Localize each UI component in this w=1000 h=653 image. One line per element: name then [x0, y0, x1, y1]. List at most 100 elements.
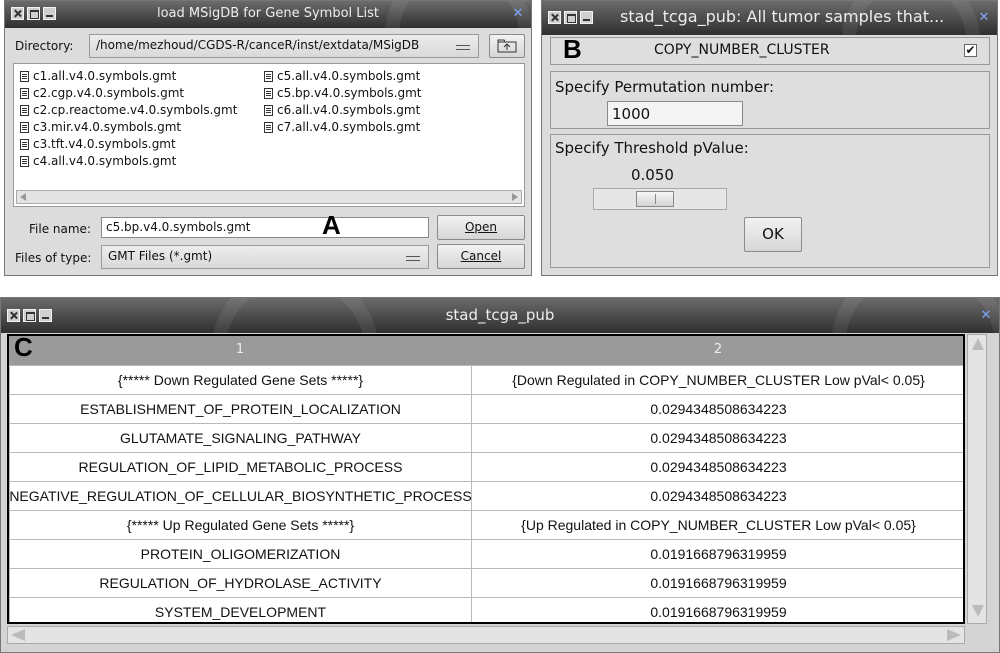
permutation-label: Specify Permutation number:: [555, 78, 775, 96]
document-icon: [264, 121, 273, 133]
file-item[interactable]: c2.cp.reactome.v4.0.symbols.gmt: [20, 103, 237, 117]
table-cell[interactable]: 0.0191668796319959: [471, 568, 963, 598]
files-of-type-value: GMT Files (*.gmt): [108, 249, 213, 263]
file-list[interactable]: c1.all.v4.0.symbols.gmt c2.cgp.v4.0.symbo…: [13, 63, 525, 207]
table-cell[interactable]: 0.0191668796319959: [471, 539, 963, 569]
panel-label-c: C: [14, 332, 33, 362]
files-of-type-select[interactable]: GMT Files (*.gmt): [101, 245, 429, 269]
threshold-value: 0.050: [631, 166, 674, 184]
file-item-label: c2.cgp.v4.0.symbols.gmt: [33, 86, 185, 100]
table-row: ESTABLISHMENT_OF_PROTEIN_LOCALIZATION 0.0…: [9, 394, 963, 424]
ok-button[interactable]: OK: [744, 217, 802, 252]
document-icon: [20, 70, 29, 82]
window-title: stad_tcga_pub: [445, 306, 555, 324]
scroll-right-icon[interactable]: [512, 193, 518, 201]
table-row: REGULATION_OF_LIPID_METABOLIC_PROCESS 0.0…: [9, 452, 963, 482]
files-of-type-label: Files of type:: [15, 251, 92, 265]
file-item[interactable]: c2.cgp.v4.0.symbols.gmt: [20, 86, 184, 100]
table-cell[interactable]: {***** Down Regulated Gene Sets *****}: [9, 365, 472, 395]
file-item[interactable]: c3.tft.v4.0.symbols.gmt: [20, 137, 176, 151]
file-item[interactable]: c6.all.v4.0.symbols.gmt: [264, 103, 420, 117]
document-icon: [20, 155, 29, 167]
file-item-label: c5.bp.v4.0.symbols.gmt: [277, 86, 422, 100]
threshold-slider[interactable]: [593, 188, 727, 210]
maximize-icon[interactable]: [564, 11, 577, 24]
table-row: PROTEIN_OLIGOMERIZATION 0.019166879631995…: [9, 539, 963, 569]
copy-number-cluster-row: COPY_NUMBER_CLUSTER ✔: [550, 37, 990, 65]
document-icon: [20, 121, 29, 133]
panel-label-a: A: [322, 210, 341, 240]
chevron-down-icon: [406, 256, 420, 261]
file-item-label: c2.cp.reactome.v4.0.symbols.gmt: [33, 103, 238, 117]
document-icon: [20, 104, 29, 116]
permutation-input[interactable]: 1000: [607, 101, 743, 126]
table-cell[interactable]: REGULATION_OF_LIPID_METABOLIC_PROCESS: [9, 452, 472, 482]
table-row: {***** Up Regulated Gene Sets *****} {Up …: [9, 510, 963, 540]
table-cell[interactable]: 0.0294348508634223: [471, 394, 963, 424]
table-cell[interactable]: 0.0294348508634223: [471, 423, 963, 453]
file-name-input[interactable]: c5.bp.v4.0.symbols.gmt: [101, 217, 429, 238]
table-cell[interactable]: PROTEIN_OLIGOMERIZATION: [9, 539, 472, 569]
table-row: REGULATION_OF_HYDROLASE_ACTIVITY 0.019166…: [9, 568, 963, 598]
table-cell[interactable]: ESTABLISHMENT_OF_PROTEIN_LOCALIZATION: [9, 394, 472, 424]
file-item[interactable]: c5.bp.v4.0.symbols.gmt: [264, 86, 422, 100]
cancel-button[interactable]: Cancel: [437, 244, 525, 269]
vertical-scrollbar[interactable]: [967, 334, 987, 624]
file-item-label: c7.all.v4.0.symbols.gmt: [277, 120, 421, 134]
threshold-label: Specify Threshold pValue:: [555, 139, 749, 157]
parameters-window: stad_tcga_pub: All tumor samples that...…: [541, 0, 998, 276]
scroll-left-icon[interactable]: [20, 193, 26, 201]
scroll-left-icon[interactable]: [11, 629, 25, 641]
table-cell[interactable]: SYSTEM_DEVELOPMENT: [9, 597, 472, 622]
table-cell[interactable]: {***** Up Regulated Gene Sets *****}: [9, 510, 472, 540]
file-item-label: c4.all.v4.0.symbols.gmt: [33, 154, 177, 168]
results-titlebar[interactable]: stad_tcga_pub ✕: [1, 298, 999, 333]
file-item[interactable]: c1.all.v4.0.symbols.gmt: [20, 69, 176, 83]
file-item-label: c6.all.v4.0.symbols.gmt: [277, 103, 421, 117]
table-cell[interactable]: 0.0294348508634223: [471, 452, 963, 482]
file-item[interactable]: c5.all.v4.0.symbols.gmt: [264, 69, 420, 83]
table-row: {***** Down Regulated Gene Sets *****} {D…: [9, 365, 963, 395]
horizontal-scrollbar[interactable]: [7, 626, 965, 644]
scroll-down-icon[interactable]: [972, 605, 984, 617]
file-item[interactable]: c7.all.v4.0.symbols.gmt: [264, 120, 420, 134]
file-item[interactable]: c3.mir.v4.0.symbols.gmt: [20, 120, 181, 134]
directory-select[interactable]: /home/mezhoud/CGDS-R/canceR/inst/extdata…: [89, 34, 479, 58]
checkbox-label: COPY_NUMBER_CLUSTER: [654, 42, 830, 58]
table-cell[interactable]: 0.0294348508634223: [471, 481, 963, 511]
threshold-slider-handle[interactable]: [636, 191, 674, 207]
file-list-scrollbar[interactable]: [16, 190, 522, 204]
document-icon: [264, 104, 273, 116]
table-cell[interactable]: NEGATIVE_REGULATION_OF_CELLULAR_BIOSYNTH…: [9, 481, 472, 511]
file-dialog-titlebar[interactable]: load MSigDB for Gene Symbol List ✕: [5, 1, 531, 28]
table-cell[interactable]: 0.0191668796319959: [471, 597, 963, 622]
parameters-titlebar[interactable]: stad_tcga_pub: All tumor samples that...…: [542, 1, 997, 35]
window-title: load MSigDB for Gene Symbol List: [156, 6, 380, 21]
table-row: GLUTAMATE_SIGNALING_PATHWAY 0.02943485086…: [9, 423, 963, 453]
table-cell[interactable]: REGULATION_OF_HYDROLASE_ACTIVITY: [9, 568, 472, 598]
column-header-1[interactable]: 1: [9, 342, 471, 357]
file-dialog-window: load MSigDB for Gene Symbol List ✕ Direc…: [4, 0, 532, 276]
table-cell[interactable]: {Up Regulated in COPY_NUMBER_CLUSTER Low…: [471, 510, 963, 540]
file-item-label: c5.all.v4.0.symbols.gmt: [277, 69, 421, 83]
up-folder-button[interactable]: [489, 34, 525, 58]
table-cell[interactable]: {Down Regulated in COPY_NUMBER_CLUSTER L…: [471, 365, 963, 395]
pin-icon[interactable]: ✕: [977, 11, 991, 25]
table-cell[interactable]: GLUTAMATE_SIGNALING_PATHWAY: [9, 423, 472, 453]
scroll-right-icon[interactable]: [947, 629, 961, 641]
copy-number-cluster-checkbox[interactable]: ✔: [964, 44, 977, 57]
close-icon[interactable]: [548, 11, 561, 24]
file-item[interactable]: c4.all.v4.0.symbols.gmt: [20, 154, 176, 168]
file-item-label: c1.all.v4.0.symbols.gmt: [33, 69, 177, 83]
document-icon: [264, 87, 273, 99]
permutation-section: Specify Permutation number: 1000: [550, 71, 990, 129]
pin-icon[interactable]: ✕: [511, 7, 525, 21]
file-item-label: c3.tft.v4.0.symbols.gmt: [33, 137, 176, 151]
window-title: stad_tcga_pub: All tumor samples that...: [620, 7, 945, 26]
document-icon: [20, 87, 29, 99]
pin-icon[interactable]: ✕: [979, 309, 993, 323]
open-button[interactable]: Open: [437, 215, 525, 240]
scroll-up-icon[interactable]: [972, 338, 984, 350]
column-header-2[interactable]: 2: [471, 342, 963, 357]
minimize-icon[interactable]: [580, 11, 593, 24]
